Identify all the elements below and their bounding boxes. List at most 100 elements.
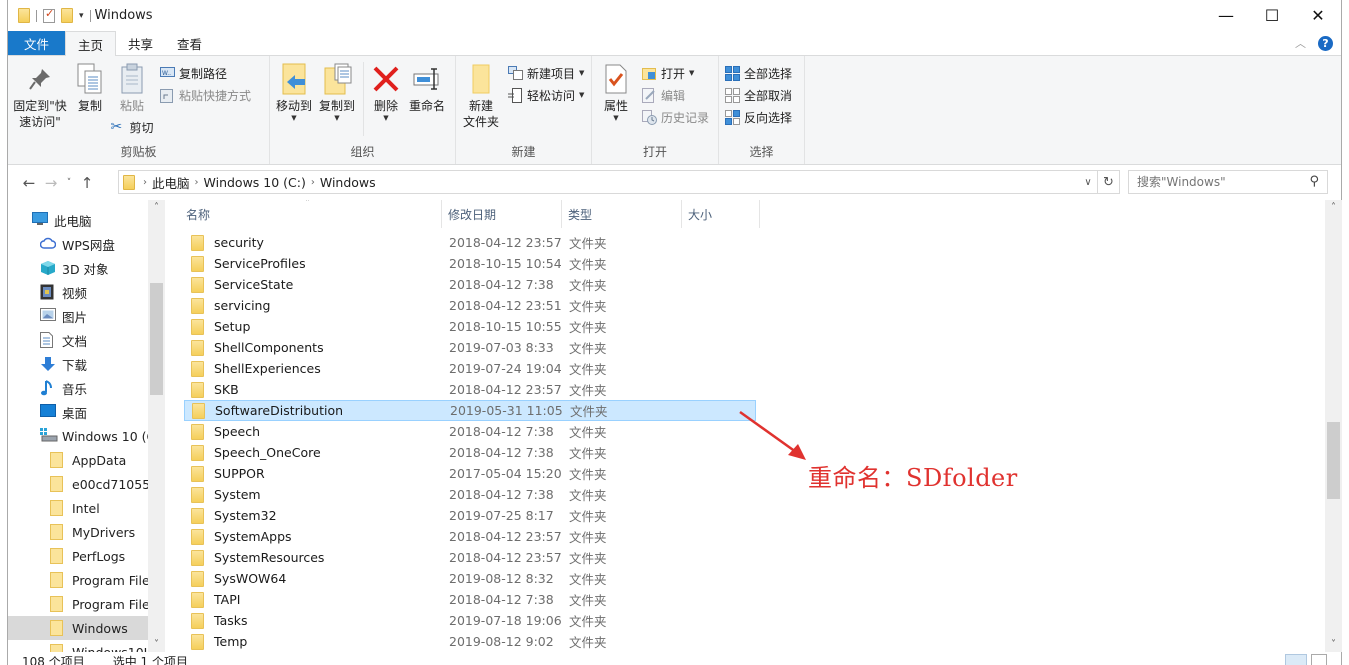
- nav-item[interactable]: 视频: [8, 280, 148, 304]
- search-input[interactable]: [1137, 175, 1302, 189]
- nav-item[interactable]: 桌面: [8, 400, 148, 424]
- file-row-partial[interactable]: [184, 220, 756, 228]
- minimize-button[interactable]: —: [1203, 0, 1249, 31]
- file-row[interactable]: SKB 2018-04-12 23:57 文件夹: [184, 379, 756, 400]
- nav-item[interactable]: 此电脑: [8, 208, 148, 232]
- details-view-button[interactable]: [1285, 654, 1307, 665]
- file-row[interactable]: ShellExperiences 2019-07-24 19:04 文件夹: [184, 358, 756, 379]
- nav-item-label: 下载: [62, 357, 88, 373]
- easy-access-button[interactable]: 轻松访问 ▼: [508, 86, 584, 104]
- recent-locations-button[interactable]: ˅: [62, 178, 76, 188]
- forward-button[interactable]: →: [40, 174, 62, 192]
- nav-item[interactable]: e00cd710554: [8, 472, 148, 496]
- file-row[interactable]: TAPI 2018-04-12 7:38 文件夹: [184, 589, 756, 610]
- download-icon: [40, 356, 56, 372]
- large-icons-view-button[interactable]: [1311, 654, 1327, 665]
- nav-item[interactable]: MyDrivers: [8, 520, 148, 544]
- address-history-dropdown[interactable]: ∨: [1079, 177, 1097, 188]
- file-row[interactable]: security 2018-04-12 23:57 文件夹: [184, 232, 756, 253]
- nav-item-label: AppData: [72, 452, 127, 468]
- scroll-down-icon[interactable]: ˅: [148, 639, 165, 650]
- collapse-ribbon-icon[interactable]: ︿: [1295, 35, 1306, 51]
- select-all-button[interactable]: 全部选择: [725, 64, 792, 82]
- address-bar[interactable]: › 此电脑 › Windows 10 (C:) › Windows ∨ ↻: [118, 170, 1120, 194]
- scroll-up-icon[interactable]: ˄: [1325, 202, 1342, 213]
- file-row[interactable]: ShellComponents 2019-07-03 8:33 文件夹: [184, 337, 756, 358]
- nav-scrollbar-thumb[interactable]: [150, 283, 163, 395]
- properties-icon[interactable]: [43, 7, 55, 23]
- file-row[interactable]: ServiceProfiles 2018-10-15 10:54 文件夹: [184, 253, 756, 274]
- tab-share[interactable]: 共享: [116, 31, 165, 55]
- nav-item[interactable]: Program Files: [8, 568, 148, 592]
- file-row[interactable]: SysWOW64 2019-08-12 8:32 文件夹: [184, 568, 756, 589]
- select-none-button[interactable]: 全部取消: [725, 86, 792, 104]
- refresh-button[interactable]: ↻: [1097, 171, 1119, 193]
- file-row[interactable]: servicing 2018-04-12 23:51 文件夹: [184, 295, 756, 316]
- history-button[interactable]: 历史记录: [642, 108, 709, 126]
- tab-view[interactable]: 查看: [165, 31, 214, 55]
- maximize-button[interactable]: ☐: [1249, 0, 1295, 31]
- help-icon[interactable]: ?: [1318, 35, 1333, 51]
- nav-item[interactable]: Program Files: [8, 592, 148, 616]
- new-folder-icon[interactable]: [61, 8, 73, 23]
- nav-item[interactable]: 文档: [8, 328, 148, 352]
- file-list-scrollbar[interactable]: ˄ ˅: [1325, 200, 1342, 652]
- file-row[interactable]: Tasks 2019-07-18 19:06 文件夹: [184, 610, 756, 631]
- edit-button[interactable]: 编辑: [642, 86, 709, 104]
- file-row[interactable]: SUPPOR 2017-05-04 15:20 文件夹: [184, 463, 756, 484]
- paste-button[interactable]: 粘贴: [112, 62, 152, 114]
- nav-item[interactable]: Windows: [8, 616, 148, 640]
- new-item-button[interactable]: 新建项目 ▼: [508, 64, 584, 82]
- file-date: 2018-04-12 7:38: [449, 424, 554, 439]
- nav-item[interactable]: 3D 对象: [8, 256, 148, 280]
- file-row[interactable]: Temp 2019-08-12 9:02 文件夹: [184, 631, 756, 652]
- folder-icon: [191, 591, 204, 608]
- tab-file[interactable]: 文件: [8, 31, 66, 55]
- nav-item[interactable]: 音乐: [8, 376, 148, 400]
- open-button[interactable]: 打开 ▼: [642, 64, 709, 82]
- search-box[interactable]: ⚲: [1128, 170, 1328, 194]
- nav-item[interactable]: WPS网盘: [8, 232, 148, 256]
- easy-access-icon: [508, 88, 523, 103]
- file-type: 文件夹: [569, 341, 607, 356]
- search-icon[interactable]: ⚲: [1309, 174, 1319, 189]
- file-row[interactable]: SystemResources 2018-04-12 23:57 文件夹: [184, 547, 756, 568]
- file-row[interactable]: ServiceState 2018-04-12 7:38 文件夹: [184, 274, 756, 295]
- breadcrumb-this-pc[interactable]: 此电脑: [147, 173, 195, 192]
- select-group: 全部选择 全部取消 反向选择 选择: [719, 56, 805, 164]
- nav-item[interactable]: 下载: [8, 352, 148, 376]
- paste-shortcut-button[interactable]: 粘贴快捷方式: [160, 86, 251, 104]
- invert-selection-button[interactable]: 反向选择: [725, 108, 792, 126]
- file-name: TAPI: [214, 592, 241, 607]
- file-row[interactable]: SystemApps 2018-04-12 23:57 文件夹: [184, 526, 756, 547]
- copy-path-button[interactable]: W.. 复制路径: [160, 64, 251, 82]
- nav-item[interactable]: PerfLogs: [8, 544, 148, 568]
- tab-home[interactable]: 主页: [65, 31, 117, 56]
- close-button[interactable]: ✕: [1295, 0, 1341, 31]
- nav-item[interactable]: Windows 10 (C:): [8, 424, 148, 448]
- file-row[interactable]: System32 2019-07-25 8:17 文件夹: [184, 505, 756, 526]
- paste-label: 粘贴: [119, 99, 144, 113]
- nav-item[interactable]: Windows10U: [8, 640, 148, 652]
- cut-button[interactable]: ✂ 剪切: [111, 118, 154, 136]
- file-row[interactable]: Speech 2018-04-12 7:38 文件夹: [184, 421, 756, 442]
- nav-scrollbar[interactable]: ˄ ˅: [148, 200, 165, 652]
- nav-item[interactable]: Intel: [8, 496, 148, 520]
- scroll-up-icon[interactable]: ˄: [148, 202, 165, 213]
- customize-toolbar-icon[interactable]: ▾: [79, 11, 84, 21]
- file-row[interactable]: Setup 2018-10-15 10:55 文件夹: [184, 316, 756, 337]
- svg-text:W..: W..: [162, 70, 171, 77]
- breadcrumb-current[interactable]: Windows: [315, 175, 381, 190]
- file-row[interactable]: SoftwareDistribution 2019-05-31 11:05 文件夹: [184, 400, 756, 421]
- breadcrumb-drive[interactable]: Windows 10 (C:): [199, 175, 311, 190]
- copy-to-icon: [321, 62, 353, 96]
- file-type: 文件夹: [569, 614, 607, 629]
- file-row[interactable]: System 2018-04-12 7:38 文件夹: [184, 484, 756, 505]
- nav-item[interactable]: 图片: [8, 304, 148, 328]
- up-button[interactable]: ↑: [76, 174, 98, 192]
- nav-item[interactable]: AppData: [8, 448, 148, 472]
- file-row[interactable]: Speech_OneCore 2018-04-12 7:38 文件夹: [184, 442, 756, 463]
- scroll-down-icon[interactable]: ˅: [1325, 639, 1342, 650]
- back-button[interactable]: ←: [18, 174, 40, 192]
- file-list-scrollbar-thumb[interactable]: [1327, 422, 1340, 499]
